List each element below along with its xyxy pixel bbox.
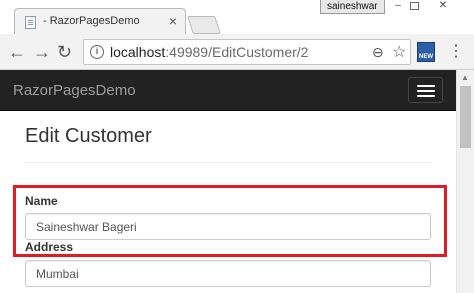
hamburger-bar-icon [417,85,435,87]
address-input[interactable]: Mumbai [25,260,431,287]
browser-tab[interactable]: - RazorPagesDemo × [14,8,186,36]
browser-title-bar: - RazorPagesDemo × saineshwar – ✕ [0,0,474,36]
scrollbar-thumb[interactable] [460,86,471,148]
address-label: Address [25,240,74,254]
tab-title: - RazorPagesDemo [43,15,140,27]
tab-close-icon[interactable]: × [169,13,177,29]
name-label: Name [25,194,58,208]
page-viewport: RazorPagesDemo Edit Customer Name Saines… [0,70,456,293]
page-favicon-icon [25,16,36,29]
page-title: Edit Customer [25,125,152,147]
navbar-brand[interactable]: RazorPagesDemo [13,82,136,99]
site-info-icon[interactable]: i [90,45,104,59]
new-tab-button[interactable] [187,16,221,34]
zoom-icon[interactable]: ⊖ [372,44,384,61]
extension-icon[interactable] [417,42,435,62]
navbar-toggle-button[interactable] [408,77,443,103]
scroll-up-arrow-icon[interactable]: ▲ [461,73,469,82]
minimize-button[interactable]: – [389,0,407,12]
title-divider [25,162,431,163]
site-navbar: RazorPagesDemo [0,70,456,111]
hamburger-bar-icon [417,95,435,97]
bookmark-star-icon[interactable]: ☆ [392,42,406,62]
page-scrollbar[interactable]: ▲ [456,70,474,293]
reload-icon[interactable]: ↻ [57,43,72,61]
hamburger-bar-icon [417,90,435,92]
forward-icon[interactable]: → [33,43,51,61]
name-input[interactable]: Saineshwar Bageri [25,213,431,240]
back-icon[interactable]: ← [8,43,26,61]
profile-badge[interactable]: saineshwar [320,0,385,14]
url-host: localhost [110,44,166,60]
browser-menu-icon[interactable]: ⋮ [448,42,464,62]
url-text[interactable]: localhost:49989/EditCustomer/2 [110,44,308,60]
maximize-button[interactable] [410,2,419,10]
address-bar[interactable]: i localhost:49989/EditCustomer/2 ⊖ ☆ [83,39,411,65]
close-window-button[interactable]: ✕ [434,0,452,12]
url-path: :49989/EditCustomer/2 [165,44,309,60]
browser-toolbar: ← → ↻ i localhost:49989/EditCustomer/2 ⊖… [0,34,474,70]
